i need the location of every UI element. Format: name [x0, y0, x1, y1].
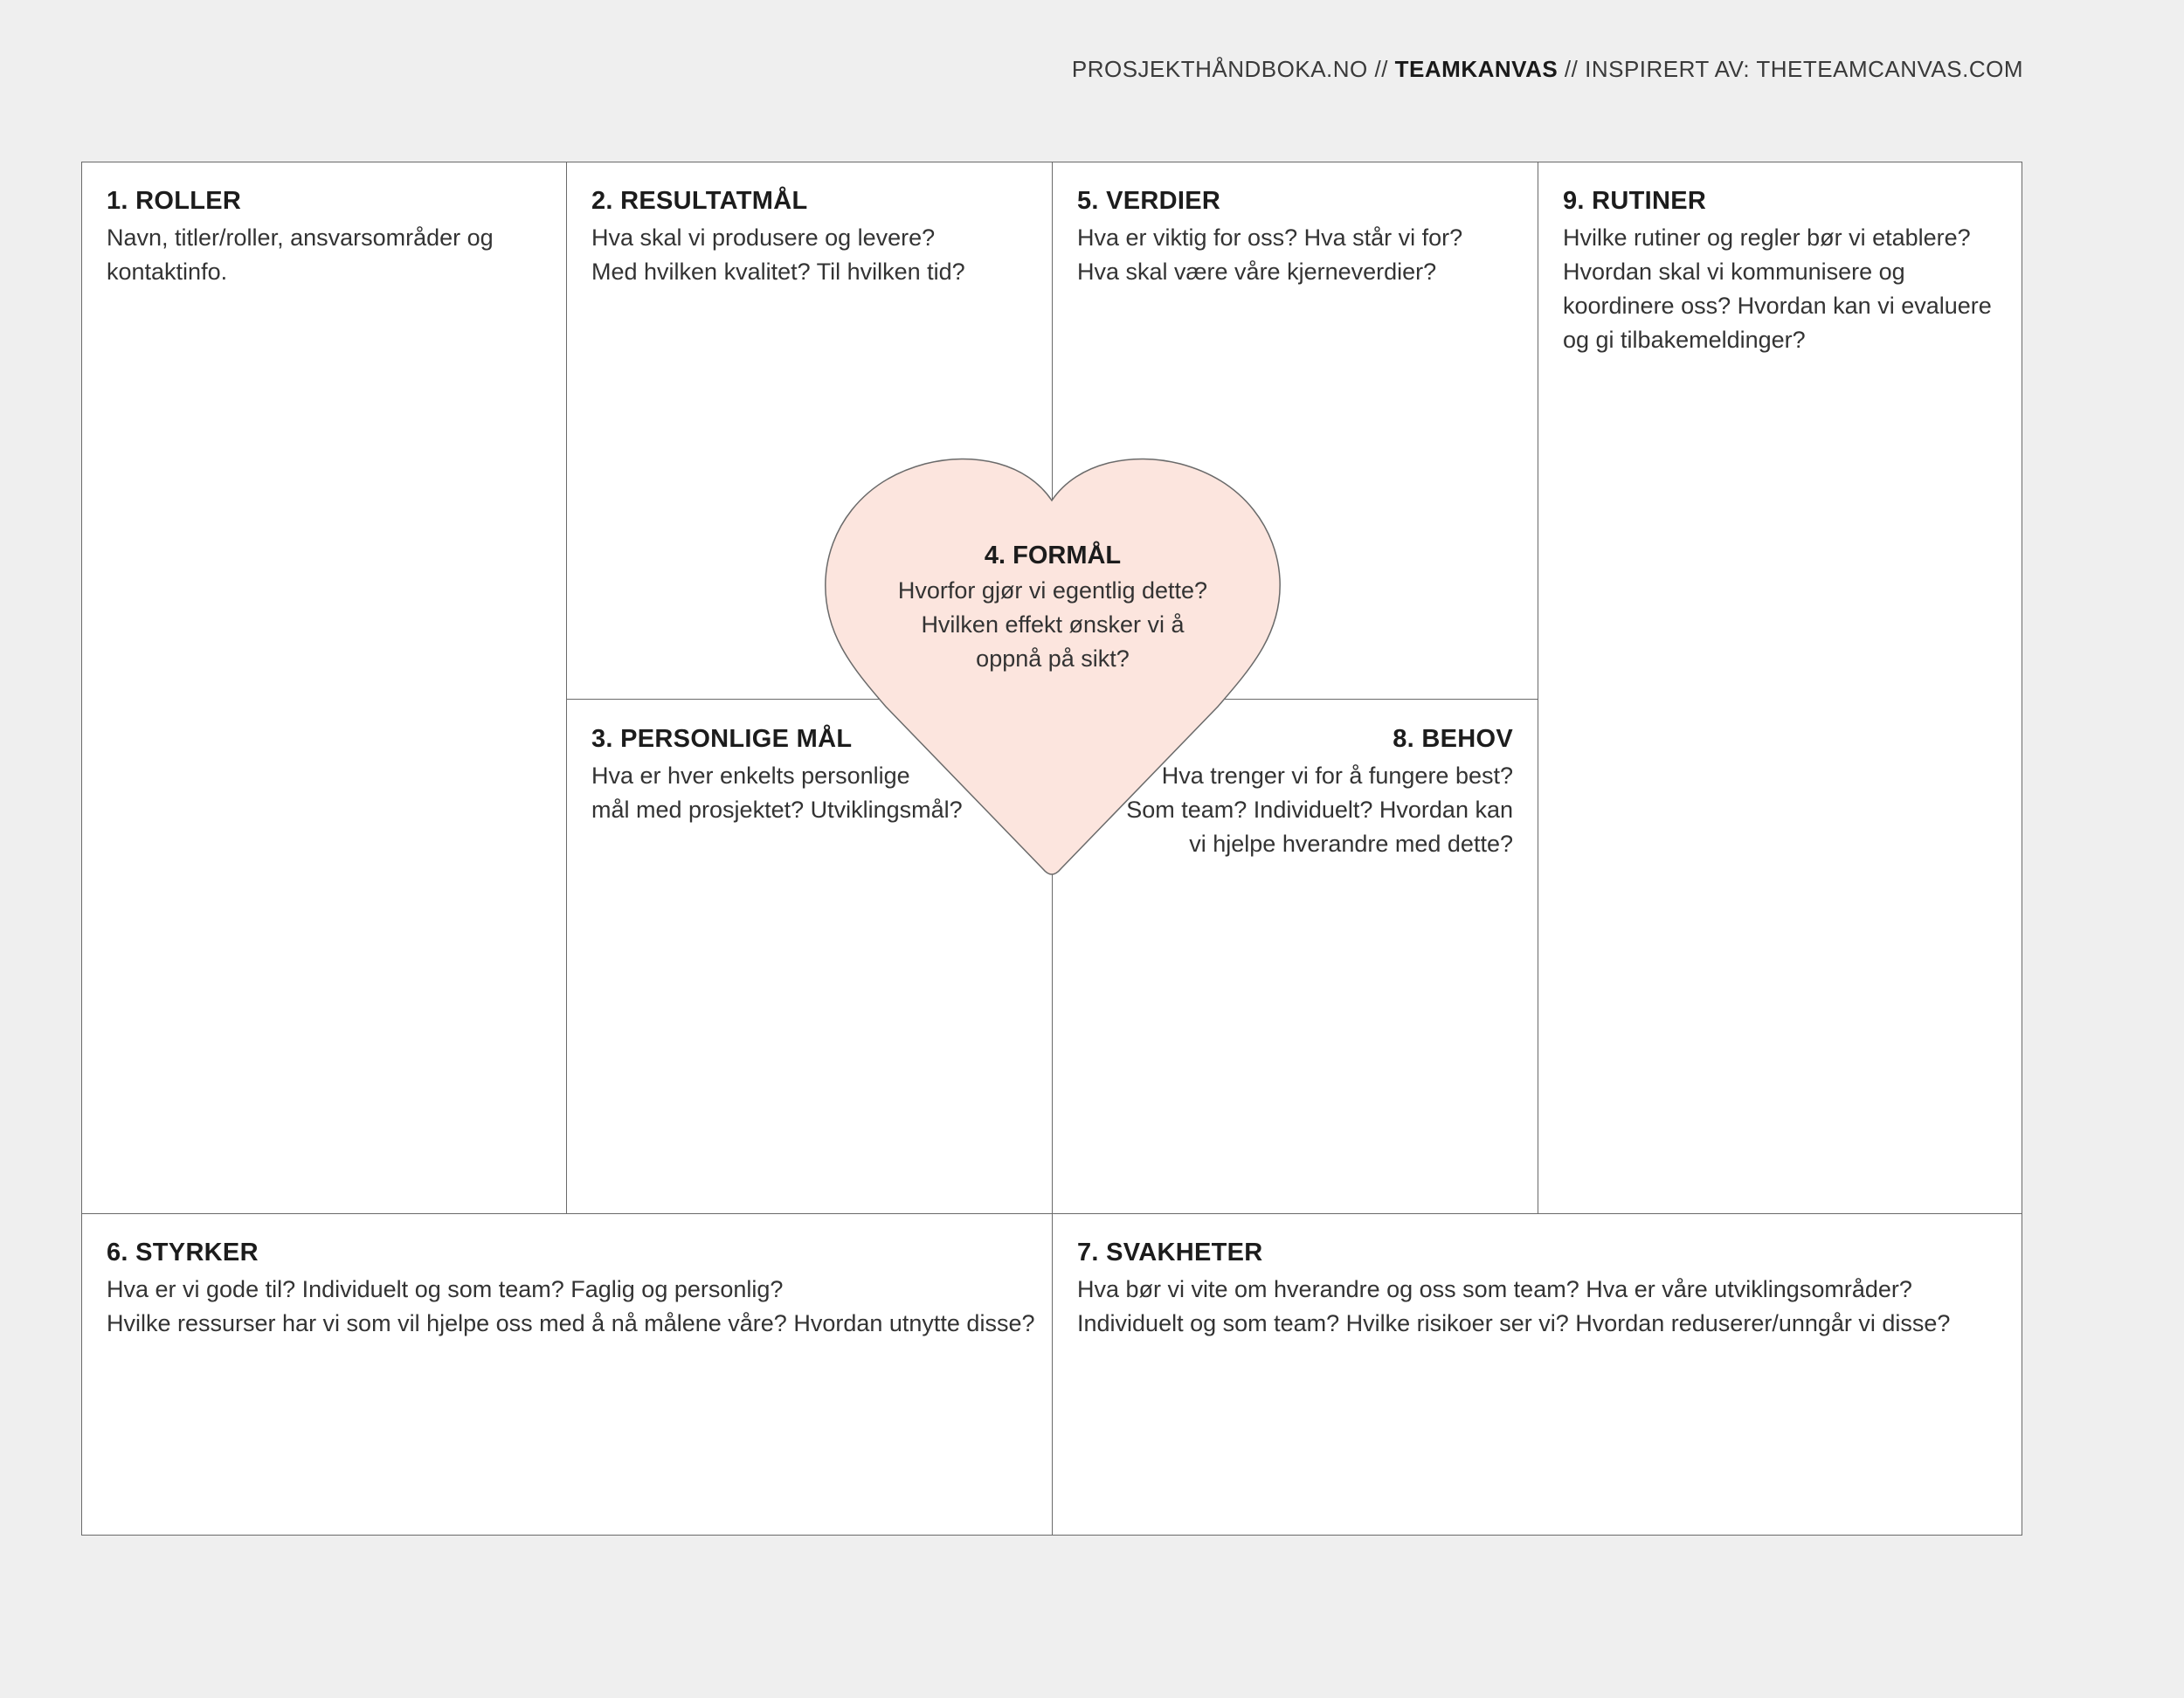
header-suffix: // INSPIRERT AV: THETEAMCANVAS.COM — [1558, 56, 2023, 82]
section-title: 2. RESULTATMÅL — [591, 187, 808, 215]
section-description: Hva skal vi produsere og levere? Med hvi… — [591, 224, 965, 285]
divider-col-1 — [566, 162, 567, 1214]
section-description: Hvorfor gjør vi egentlig dette? Hvilken … — [897, 577, 1208, 672]
section-title: 5. VERDIER — [1077, 187, 1221, 215]
section-description: Hva er vi gode til? Individuelt og som t… — [107, 1276, 1035, 1336]
section-roller: 1. ROLLER Navn, titler/roller, ansvarsom… — [107, 187, 543, 289]
header-prefix: PROSJEKTHÅNDBOKA.NO // — [1071, 56, 1395, 82]
section-rutiner: 9. RUTINER Hvilke rutiner og regler bør … — [1563, 187, 2017, 357]
divider-bottom-row — [81, 1213, 2022, 1214]
section-title: 6. STYRKER — [107, 1239, 259, 1267]
section-description: Navn, titler/roller, ansvarsområder og k… — [107, 224, 494, 285]
section-formal: 4. FORMÅL Hvorfor gjør vi egentlig dette… — [826, 542, 1280, 676]
section-title: 7. SVAKHETER — [1077, 1239, 1263, 1267]
section-title: 4. FORMÅL — [984, 542, 1122, 569]
section-description: Hva er viktig for oss? Hva står vi for? … — [1077, 224, 1463, 285]
section-verdier: 5. VERDIER Hva er viktig for oss? Hva st… — [1077, 187, 1531, 289]
section-description: Hva bør vi vite om hverandre og oss som … — [1077, 1276, 1951, 1336]
section-title: 9. RUTINER — [1563, 187, 1707, 215]
section-svakheter: 7. SVAKHETER Hva bør vi vite om hverandr… — [1077, 1239, 2016, 1341]
section-title: 1. ROLLER — [107, 187, 242, 215]
section-description: Hvilke rutiner og regler bør vi etablere… — [1563, 224, 1992, 353]
section-styrker: 6. STYRKER Hva er vi gode til? Individue… — [107, 1239, 1046, 1341]
section-resultatmal: 2. RESULTATMÅL Hva skal vi produsere og … — [591, 187, 1046, 289]
header-title: TEAMKANVAS — [1394, 56, 1559, 82]
page-header: PROSJEKTHÅNDBOKA.NO // TEAMKANVAS // INS… — [1072, 56, 2023, 83]
